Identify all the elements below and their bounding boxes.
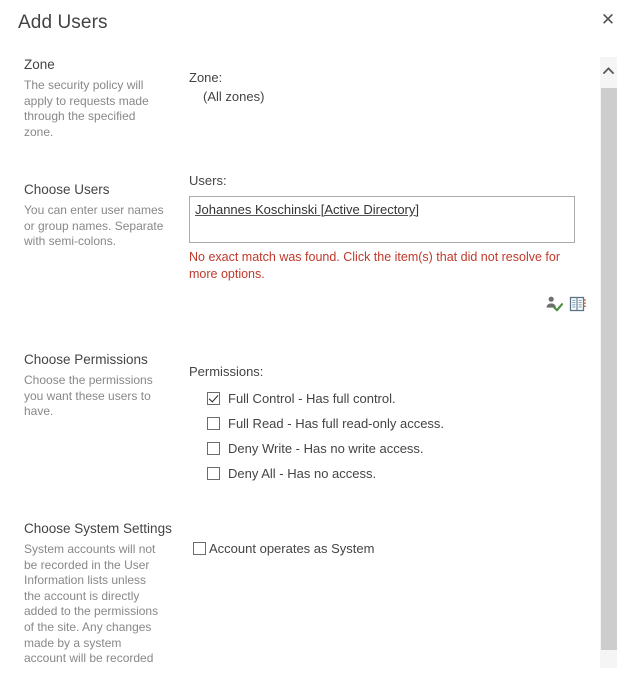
- permission-option-full-control[interactable]: Full Control - Has full control.: [207, 390, 589, 407]
- add-users-dialog: Add Users ✕ Zone The security policy wil…: [0, 0, 630, 673]
- checkbox-account-operates-as-system[interactable]: [193, 542, 206, 555]
- permission-option-deny-all[interactable]: Deny All - Has no access.: [207, 465, 589, 482]
- choose-permissions-fields: Permissions: Full Control - Has full con…: [189, 364, 589, 482]
- choose-users-section-title: Choose Users: [24, 182, 110, 197]
- choose-users-sidebar: Choose Users You can enter user names or…: [24, 181, 164, 250]
- checkbox-full-read[interactable]: [207, 417, 220, 430]
- permissions-field-label: Permissions:: [189, 364, 264, 379]
- choose-users-section-description: You can enter user names or group names.…: [24, 203, 164, 249]
- choose-permissions-section-description: Choose the permissions you want these us…: [24, 373, 153, 419]
- system-account-label: Account operates as System: [209, 541, 375, 556]
- section-choose-users: Choose Users You can enter user names or…: [0, 173, 596, 343]
- scroll-up-button[interactable]: [600, 57, 617, 87]
- zone-fields: Zone: (All zones): [189, 70, 589, 105]
- check-names-icon[interactable]: [545, 295, 564, 313]
- choose-system-settings-section-description: System accounts will not be recorded in …: [24, 542, 159, 666]
- permission-label: Full Control - Has full control.: [228, 391, 396, 406]
- permission-label: Full Read - Has full read-only access.: [228, 416, 445, 431]
- page-title: Add Users: [18, 12, 108, 33]
- zone-sidebar: Zone The security policy will apply to r…: [24, 56, 164, 140]
- zone-section-title: Zone: [24, 57, 55, 72]
- zone-field-value: (All zones): [203, 89, 265, 104]
- scrollbar-track-bottom[interactable]: [600, 650, 617, 668]
- section-choose-permissions: Choose Permissions Choose the permission…: [0, 343, 596, 518]
- chevron-up-icon: [603, 67, 614, 74]
- choose-system-settings-section-title: Choose System Settings: [24, 521, 172, 536]
- checkbox-deny-all[interactable]: [207, 467, 220, 480]
- users-resolve-error: No exact match was found. Click the item…: [189, 250, 560, 281]
- close-icon[interactable]: ✕: [595, 7, 621, 33]
- vertical-scrollbar[interactable]: [600, 57, 617, 668]
- dialog-header: Add Users ✕: [0, 0, 630, 48]
- choose-system-settings-sidebar: Choose System Settings System accounts w…: [24, 520, 172, 667]
- users-input[interactable]: Johannes Koschinski [Active Directory]: [189, 196, 575, 243]
- permission-label: Deny All - Has no access.: [228, 466, 377, 481]
- zone-section-description: The security policy will apply to reques…: [24, 78, 149, 139]
- checkbox-full-control[interactable]: [207, 392, 220, 405]
- scrollbar-thumb[interactable]: [601, 88, 617, 650]
- checkbox-deny-write[interactable]: [207, 442, 220, 455]
- zone-field-label: Zone:: [189, 70, 223, 85]
- section-choose-system-settings: Choose System Settings System accounts w…: [0, 518, 596, 673]
- choose-users-fields: Users: Johannes Koschinski [Active Direc…: [189, 173, 589, 312]
- system-account-option[interactable]: Account operates as System: [193, 540, 589, 557]
- users-field-label: Users:: [189, 173, 227, 188]
- permission-option-full-read[interactable]: Full Read - Has full read-only access.: [207, 415, 589, 432]
- dialog-body: Zone The security policy will apply to r…: [0, 48, 596, 673]
- section-zone: Zone The security policy will apply to r…: [0, 48, 596, 168]
- choose-permissions-section-title: Choose Permissions: [24, 352, 148, 367]
- users-entry-token[interactable]: Johannes Koschinski [Active Directory]: [195, 202, 419, 217]
- choose-system-settings-fields: Account operates as System: [189, 540, 589, 557]
- permission-label: Deny Write - Has no write access.: [228, 441, 424, 456]
- users-action-icons: [545, 295, 591, 313]
- permission-option-deny-write[interactable]: Deny Write - Has no write access.: [207, 440, 589, 457]
- choose-permissions-sidebar: Choose Permissions Choose the permission…: [24, 351, 164, 420]
- address-book-icon[interactable]: [569, 295, 587, 313]
